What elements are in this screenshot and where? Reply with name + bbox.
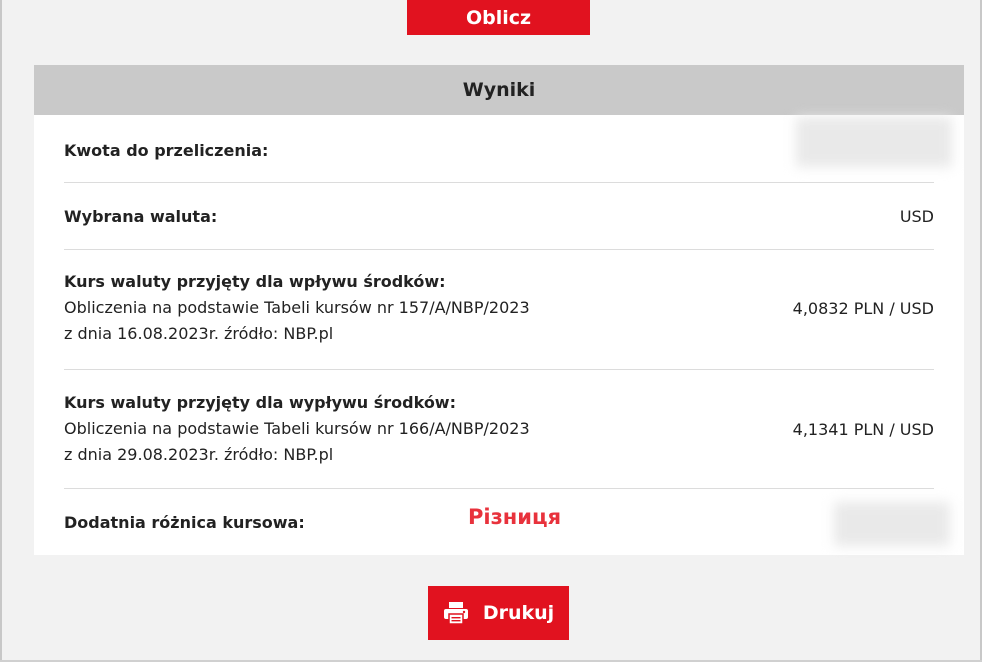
amount-label: Kwota do przeliczenia: bbox=[64, 140, 269, 160]
row-amount: Kwota do przeliczenia: bbox=[64, 137, 934, 163]
row-currency: Wybrana waluta: USD bbox=[64, 203, 934, 229]
inflow-rate-label: Kurs waluty przyjęty dla wpływu środków: bbox=[64, 272, 446, 291]
outflow-rate-label: Kurs waluty przyjęty dla wypływu środków… bbox=[64, 393, 456, 412]
print-button-label: Drukuj bbox=[482, 602, 555, 624]
inflow-rate-detail-2: z dnia 16.08.2023r. źródło: NBP.pl bbox=[64, 324, 334, 343]
print-button[interactable]: Drukuj bbox=[428, 586, 569, 640]
inflow-rate-value: 4,0832 PLN / USD bbox=[792, 298, 934, 318]
calculate-button[interactable]: Oblicz bbox=[407, 0, 590, 35]
currency-value: USD bbox=[899, 206, 934, 226]
results-panel: Wyniki Kwota do przeliczenia: Wybrana wa… bbox=[34, 65, 964, 555]
exchange-difference-label: Dodatnia różnica kursowa: bbox=[64, 512, 305, 532]
row-divider bbox=[64, 369, 934, 370]
difference-annotation: Різниця bbox=[468, 505, 562, 529]
row-divider bbox=[64, 249, 934, 250]
printer-icon bbox=[443, 601, 469, 625]
results-title: Wyniki bbox=[462, 79, 536, 101]
row-divider bbox=[64, 182, 934, 183]
inflow-rate-detail-1: Obliczenia na podstawie Tabeli kursów nr… bbox=[64, 298, 530, 317]
outflow-rate-value: 4,1341 PLN / USD bbox=[792, 419, 934, 439]
page-border-left bbox=[0, 0, 2, 662]
row-divider bbox=[64, 488, 934, 489]
row-outflow-rate: Kurs waluty przyjęty dla wypływu środków… bbox=[64, 390, 934, 468]
results-header: Wyniki bbox=[34, 65, 964, 115]
currency-label: Wybrana waluta: bbox=[64, 206, 218, 226]
row-inflow-rate: Kurs waluty przyjęty dla wpływu środków:… bbox=[64, 269, 934, 347]
outflow-rate-detail-1: Obliczenia na podstawie Tabeli kursów nr… bbox=[64, 419, 530, 438]
outflow-rate-detail-2: z dnia 29.08.2023r. źródło: NBP.pl bbox=[64, 445, 334, 464]
